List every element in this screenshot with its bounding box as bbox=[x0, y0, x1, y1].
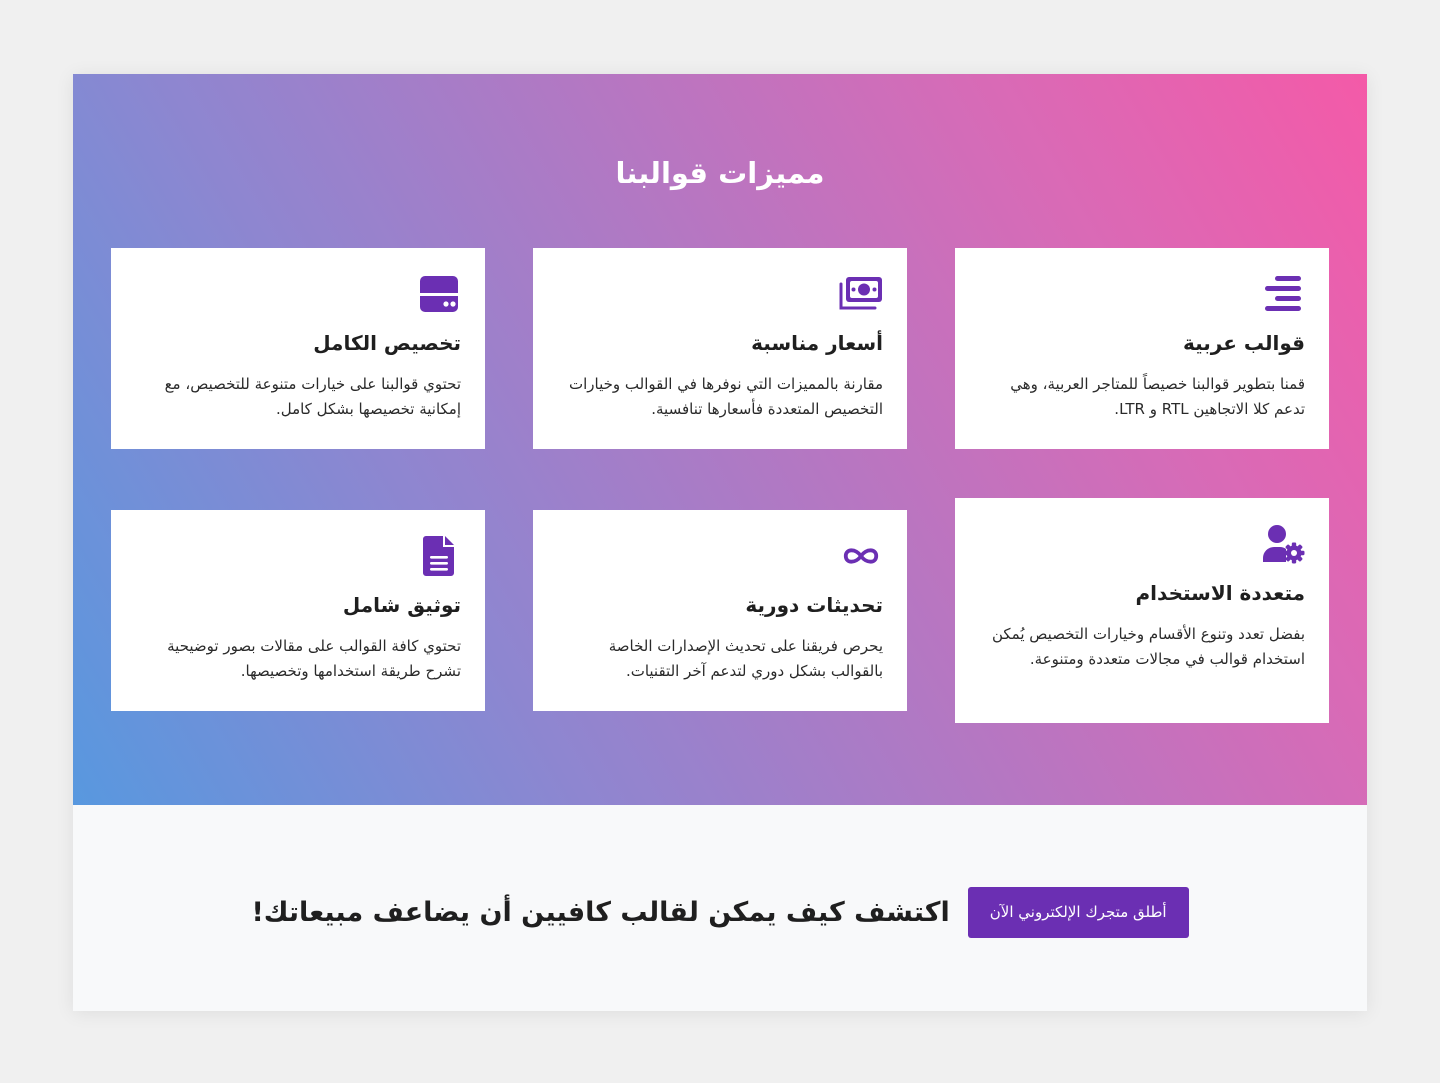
feature-card-arabic-templates: قوالب عربية قمنا بتطوير قوالبنا خصيصاً ل… bbox=[955, 248, 1329, 449]
feature-card-description: تحتوي قوالبنا على خيارات متنوعة للتخصيص،… bbox=[164, 375, 461, 418]
page-frame: مميزات قوالبنا قوالب عربية قمنا بتطوير ق… bbox=[73, 74, 1367, 1011]
feature-card-description: بفضل تعدد وتنوع الأقسام وخيارات التخصيص … bbox=[991, 625, 1305, 668]
feature-card-title: قوالب عربية bbox=[1182, 331, 1305, 355]
feature-card-title: تحديثات دورية bbox=[745, 593, 883, 617]
cta-row: اكتشف كيف يمكن لقالب كافيين أن يضاعف مبي… bbox=[73, 886, 1367, 938]
feature-card-full-customization: تخصيص الكامل تحتوي قوالبنا على خيارات مت… bbox=[111, 248, 485, 449]
features-title: مميزات قوالبنا bbox=[615, 156, 825, 190]
feature-card-description: تحتوي كافة القوالب على مقالات بصور توضيح… bbox=[167, 637, 461, 680]
feature-card-title: متعددة الاستخدام bbox=[1135, 581, 1305, 605]
feature-card-description: قمنا بتطوير قوالبنا خصيصاً للمتاجر العرب… bbox=[1010, 375, 1305, 418]
feature-card-multi-purpose: متعددة الاستخدام بفضل تعدد وتنوع الأقسام… bbox=[955, 498, 1329, 723]
feature-card-description: مقارنة بالمميزات التي نوفرها في القوالب … bbox=[569, 375, 883, 418]
features-section: مميزات قوالبنا قوالب عربية قمنا بتطوير ق… bbox=[73, 74, 1367, 805]
feature-card-title: أسعار مناسبة bbox=[751, 331, 883, 355]
feature-card-title: توثيق شامل bbox=[342, 593, 461, 617]
feature-card-description: يحرص فريقنا على تحديث الإصدارات الخاصة ب… bbox=[608, 637, 883, 680]
infinity-icon bbox=[839, 534, 883, 578]
hdd-icon bbox=[417, 272, 461, 316]
feature-card-title: تخصيص الكامل bbox=[313, 331, 461, 355]
cta-section: اكتشف كيف يمكن لقالب كافيين أن يضاعف مبي… bbox=[73, 805, 1367, 1011]
user-cog-icon bbox=[1261, 522, 1305, 566]
feature-card-periodic-updates: تحديثات دورية يحرص فريقنا على تحديث الإص… bbox=[533, 510, 907, 711]
launch-store-button[interactable]: أطلق متجرك الإلكتروني الآن bbox=[967, 886, 1189, 938]
money-bill-icon bbox=[839, 272, 883, 316]
feature-card-documentation: توثيق شامل تحتوي كافة القوالب على مقالات… bbox=[111, 510, 485, 711]
feature-card-affordable-prices: أسعار مناسبة مقارنة بالمميزات التي نوفره… bbox=[533, 248, 907, 449]
file-alt-icon bbox=[417, 534, 461, 578]
cta-heading: اكتشف كيف يمكن لقالب كافيين أن يضاعف مبي… bbox=[251, 896, 950, 928]
align-right-icon bbox=[1261, 272, 1305, 316]
